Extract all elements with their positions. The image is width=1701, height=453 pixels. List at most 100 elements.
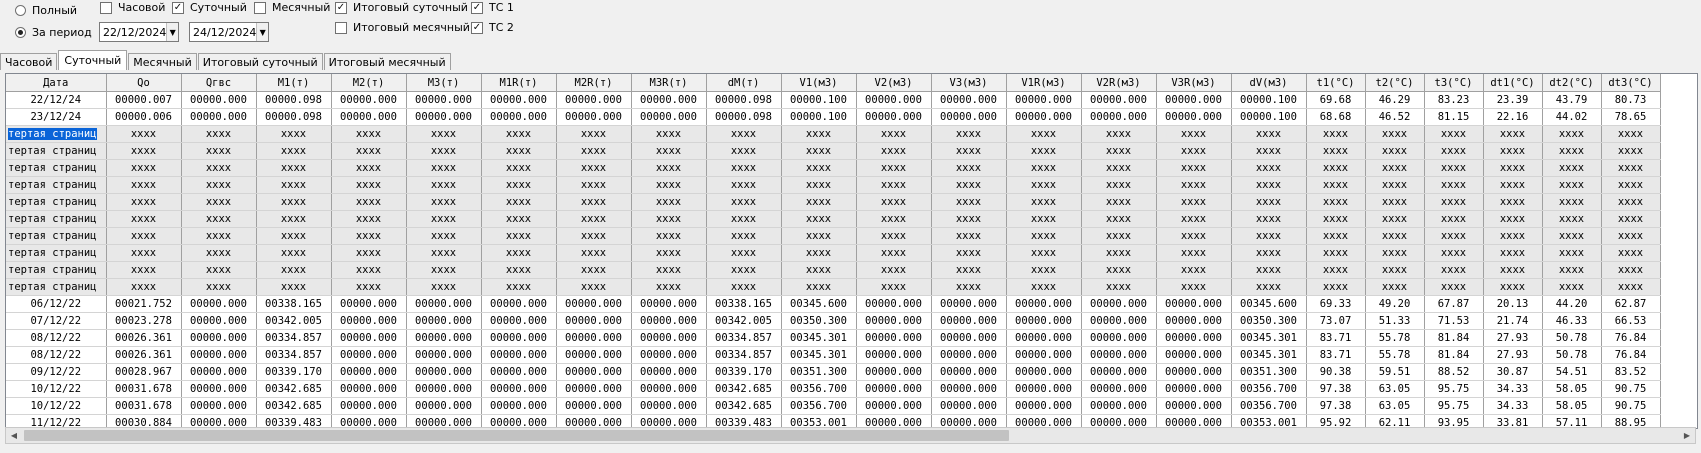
table-cell[interactable]: 22.16	[1483, 108, 1543, 126]
table-cell[interactable]: 00000.000	[1156, 380, 1232, 398]
table-cell[interactable]: 00000.000	[931, 329, 1007, 347]
table-row[interactable]: тертая страниц xxxx xxxx xxxx xxxx xxxx xxxx xx…	[6, 142, 1661, 160]
table-row[interactable]: тертая страниц xxxx xxxx xxxx xxxx xxxx xxxx xx…	[6, 125, 1661, 143]
table-cell[interactable]: 00000.000	[1081, 108, 1157, 126]
table-cell[interactable]: xxxx	[781, 176, 857, 194]
table-cell[interactable]: xxxx	[856, 193, 932, 211]
table-cell[interactable]: xxxx	[331, 227, 407, 245]
table-cell[interactable]: 00000.100	[781, 91, 857, 109]
table-cell[interactable]: 80.73	[1601, 91, 1661, 109]
table-cell[interactable]: xxxx	[481, 227, 557, 245]
table-cell[interactable]: 00021.752	[106, 295, 182, 313]
table-cell[interactable]: xxxx	[106, 261, 182, 279]
table-cell[interactable]: xxxx	[556, 193, 632, 211]
table-cell[interactable]: xxxx	[1601, 210, 1661, 228]
table-cell[interactable]: xxxx	[1365, 142, 1425, 160]
table-cell[interactable]: 00000.007	[106, 91, 182, 109]
table-cell[interactable]: 69.68	[1306, 91, 1366, 109]
table-cell[interactable]: 00000.000	[181, 363, 257, 381]
table-cell[interactable]: 88.52	[1424, 363, 1484, 381]
table-cell[interactable]: 00000.000	[1006, 295, 1082, 313]
table-cell[interactable]: 30.87	[1483, 363, 1543, 381]
table-cell[interactable]: 00000.000	[931, 363, 1007, 381]
radio-period-indicator[interactable]	[15, 27, 26, 38]
table-cell[interactable]: 95.75	[1424, 397, 1484, 415]
column-header[interactable]: Qгвс	[181, 74, 257, 92]
table-cell[interactable]: xxxx	[1006, 210, 1082, 228]
column-header[interactable]: V1(м3)	[781, 74, 857, 92]
table-cell[interactable]: 00000.000	[631, 295, 707, 313]
table-cell[interactable]: xxxx	[256, 176, 332, 194]
table-cell[interactable]: xxxx	[1006, 125, 1082, 143]
table-cell[interactable]: xxxx	[256, 278, 332, 296]
checkbox-ts1-box[interactable]: ✓	[471, 1, 483, 14]
table-cell[interactable]: xxxx	[406, 125, 482, 143]
table-cell[interactable]: xxxx	[1424, 261, 1484, 279]
table-cell[interactable]: xxxx	[1006, 227, 1082, 245]
table-cell[interactable]: xxxx	[331, 193, 407, 211]
table-cell[interactable]: 00000.000	[1006, 329, 1082, 347]
table-cell[interactable]: xxxx	[331, 261, 407, 279]
table-row[interactable]: 23/12/24 00000.006 00000.000 00000.098 00000…	[6, 108, 1661, 126]
table-cell[interactable]: 68.68	[1306, 108, 1366, 126]
table-cell[interactable]: 00000.000	[406, 380, 482, 398]
table-cell[interactable]: 59.51	[1365, 363, 1425, 381]
table-cell[interactable]: 00000.000	[331, 380, 407, 398]
table-cell[interactable]: xxxx	[1601, 261, 1661, 279]
tab-hourly[interactable]: Часовой	[0, 53, 58, 70]
table-cell[interactable]: xxxx	[481, 176, 557, 194]
table-cell[interactable]: 00000.000	[1006, 346, 1082, 364]
table-cell[interactable]: 00031.678	[106, 380, 182, 398]
table-cell[interactable]: xxxx	[1231, 227, 1307, 245]
table-cell[interactable]: 81.84	[1424, 329, 1484, 347]
table-cell[interactable]: 00028.967	[106, 363, 182, 381]
table-cell[interactable]: xxxx	[631, 176, 707, 194]
date-to-select[interactable]: 24/12/2024 ▼	[189, 22, 269, 42]
table-row[interactable]: 07/12/22 00023.278 00000.000 00342.005 00000…	[6, 312, 1661, 330]
table-cell[interactable]: 00000.000	[856, 295, 932, 313]
table-cell[interactable]: 00000.000	[856, 329, 932, 347]
table-cell[interactable]: xxxx	[1365, 193, 1425, 211]
table-cell[interactable]: 00000.000	[181, 108, 257, 126]
table-cell[interactable]: xxxx	[1156, 125, 1232, 143]
table-cell[interactable]: xxxx	[181, 125, 257, 143]
table-cell[interactable]: 00339.170	[706, 363, 782, 381]
tab-total-daily[interactable]: Итоговый суточный	[197, 53, 323, 70]
table-row[interactable]: 06/12/22 00021.752 00000.000 00338.165 00000…	[6, 295, 1661, 313]
table-cell[interactable]: 08/12/22	[6, 346, 107, 364]
checkbox-total-daily[interactable]: ✓ Итоговый суточный	[335, 1, 468, 14]
table-cell[interactable]: xxxx	[1156, 227, 1232, 245]
table-cell[interactable]: 00000.000	[931, 312, 1007, 330]
table-cell[interactable]: 00000.000	[556, 397, 632, 415]
table-cell[interactable]: xxxx	[1483, 159, 1543, 177]
table-row[interactable]: 22/12/24 00000.007 00000.000 00000.098 00000…	[6, 91, 1661, 109]
column-header[interactable]: dt3(°C)	[1601, 74, 1661, 92]
table-cell[interactable]: 00000.000	[331, 329, 407, 347]
table-cell[interactable]: 00356.700	[1231, 397, 1307, 415]
table-cell[interactable]: xxxx	[331, 159, 407, 177]
table-cell[interactable]: 00000.000	[1006, 312, 1082, 330]
table-cell[interactable]: xxxx	[781, 125, 857, 143]
table-cell[interactable]: xxxx	[406, 159, 482, 177]
table-cell[interactable]: xxxx	[1306, 142, 1366, 160]
table-cell[interactable]: 44.02	[1542, 108, 1602, 126]
table-cell[interactable]: xxxx	[256, 227, 332, 245]
table-cell[interactable]: xxxx	[1601, 278, 1661, 296]
table-cell[interactable]: 00350.300	[781, 312, 857, 330]
table-cell[interactable]: 00000.000	[1006, 380, 1082, 398]
column-header[interactable]: M1R(т)	[481, 74, 557, 92]
table-cell[interactable]: xxxx	[406, 210, 482, 228]
table-cell[interactable]: 00000.000	[556, 363, 632, 381]
table-cell[interactable]: xxxx	[1081, 159, 1157, 177]
table-cell[interactable]: xxxx	[706, 125, 782, 143]
table-row[interactable]: 08/12/22 00026.361 00000.000 00334.857 00000…	[6, 346, 1661, 364]
table-cell[interactable]: 00334.857	[706, 346, 782, 364]
table-cell[interactable]: 00000.000	[481, 397, 557, 415]
table-cell[interactable]: xxxx	[1365, 227, 1425, 245]
table-row[interactable]: тертая страниц xxxx xxxx xxxx xxxx xxxx xxxx xx…	[6, 193, 1661, 211]
table-cell[interactable]: 63.05	[1365, 380, 1425, 398]
table-cell[interactable]: xxxx	[1424, 193, 1484, 211]
table-cell[interactable]: xxxx	[1365, 176, 1425, 194]
table-row[interactable]: 10/12/22 00031.678 00000.000 00342.685 00000…	[6, 380, 1661, 398]
tab-daily[interactable]: Суточный	[58, 50, 128, 70]
